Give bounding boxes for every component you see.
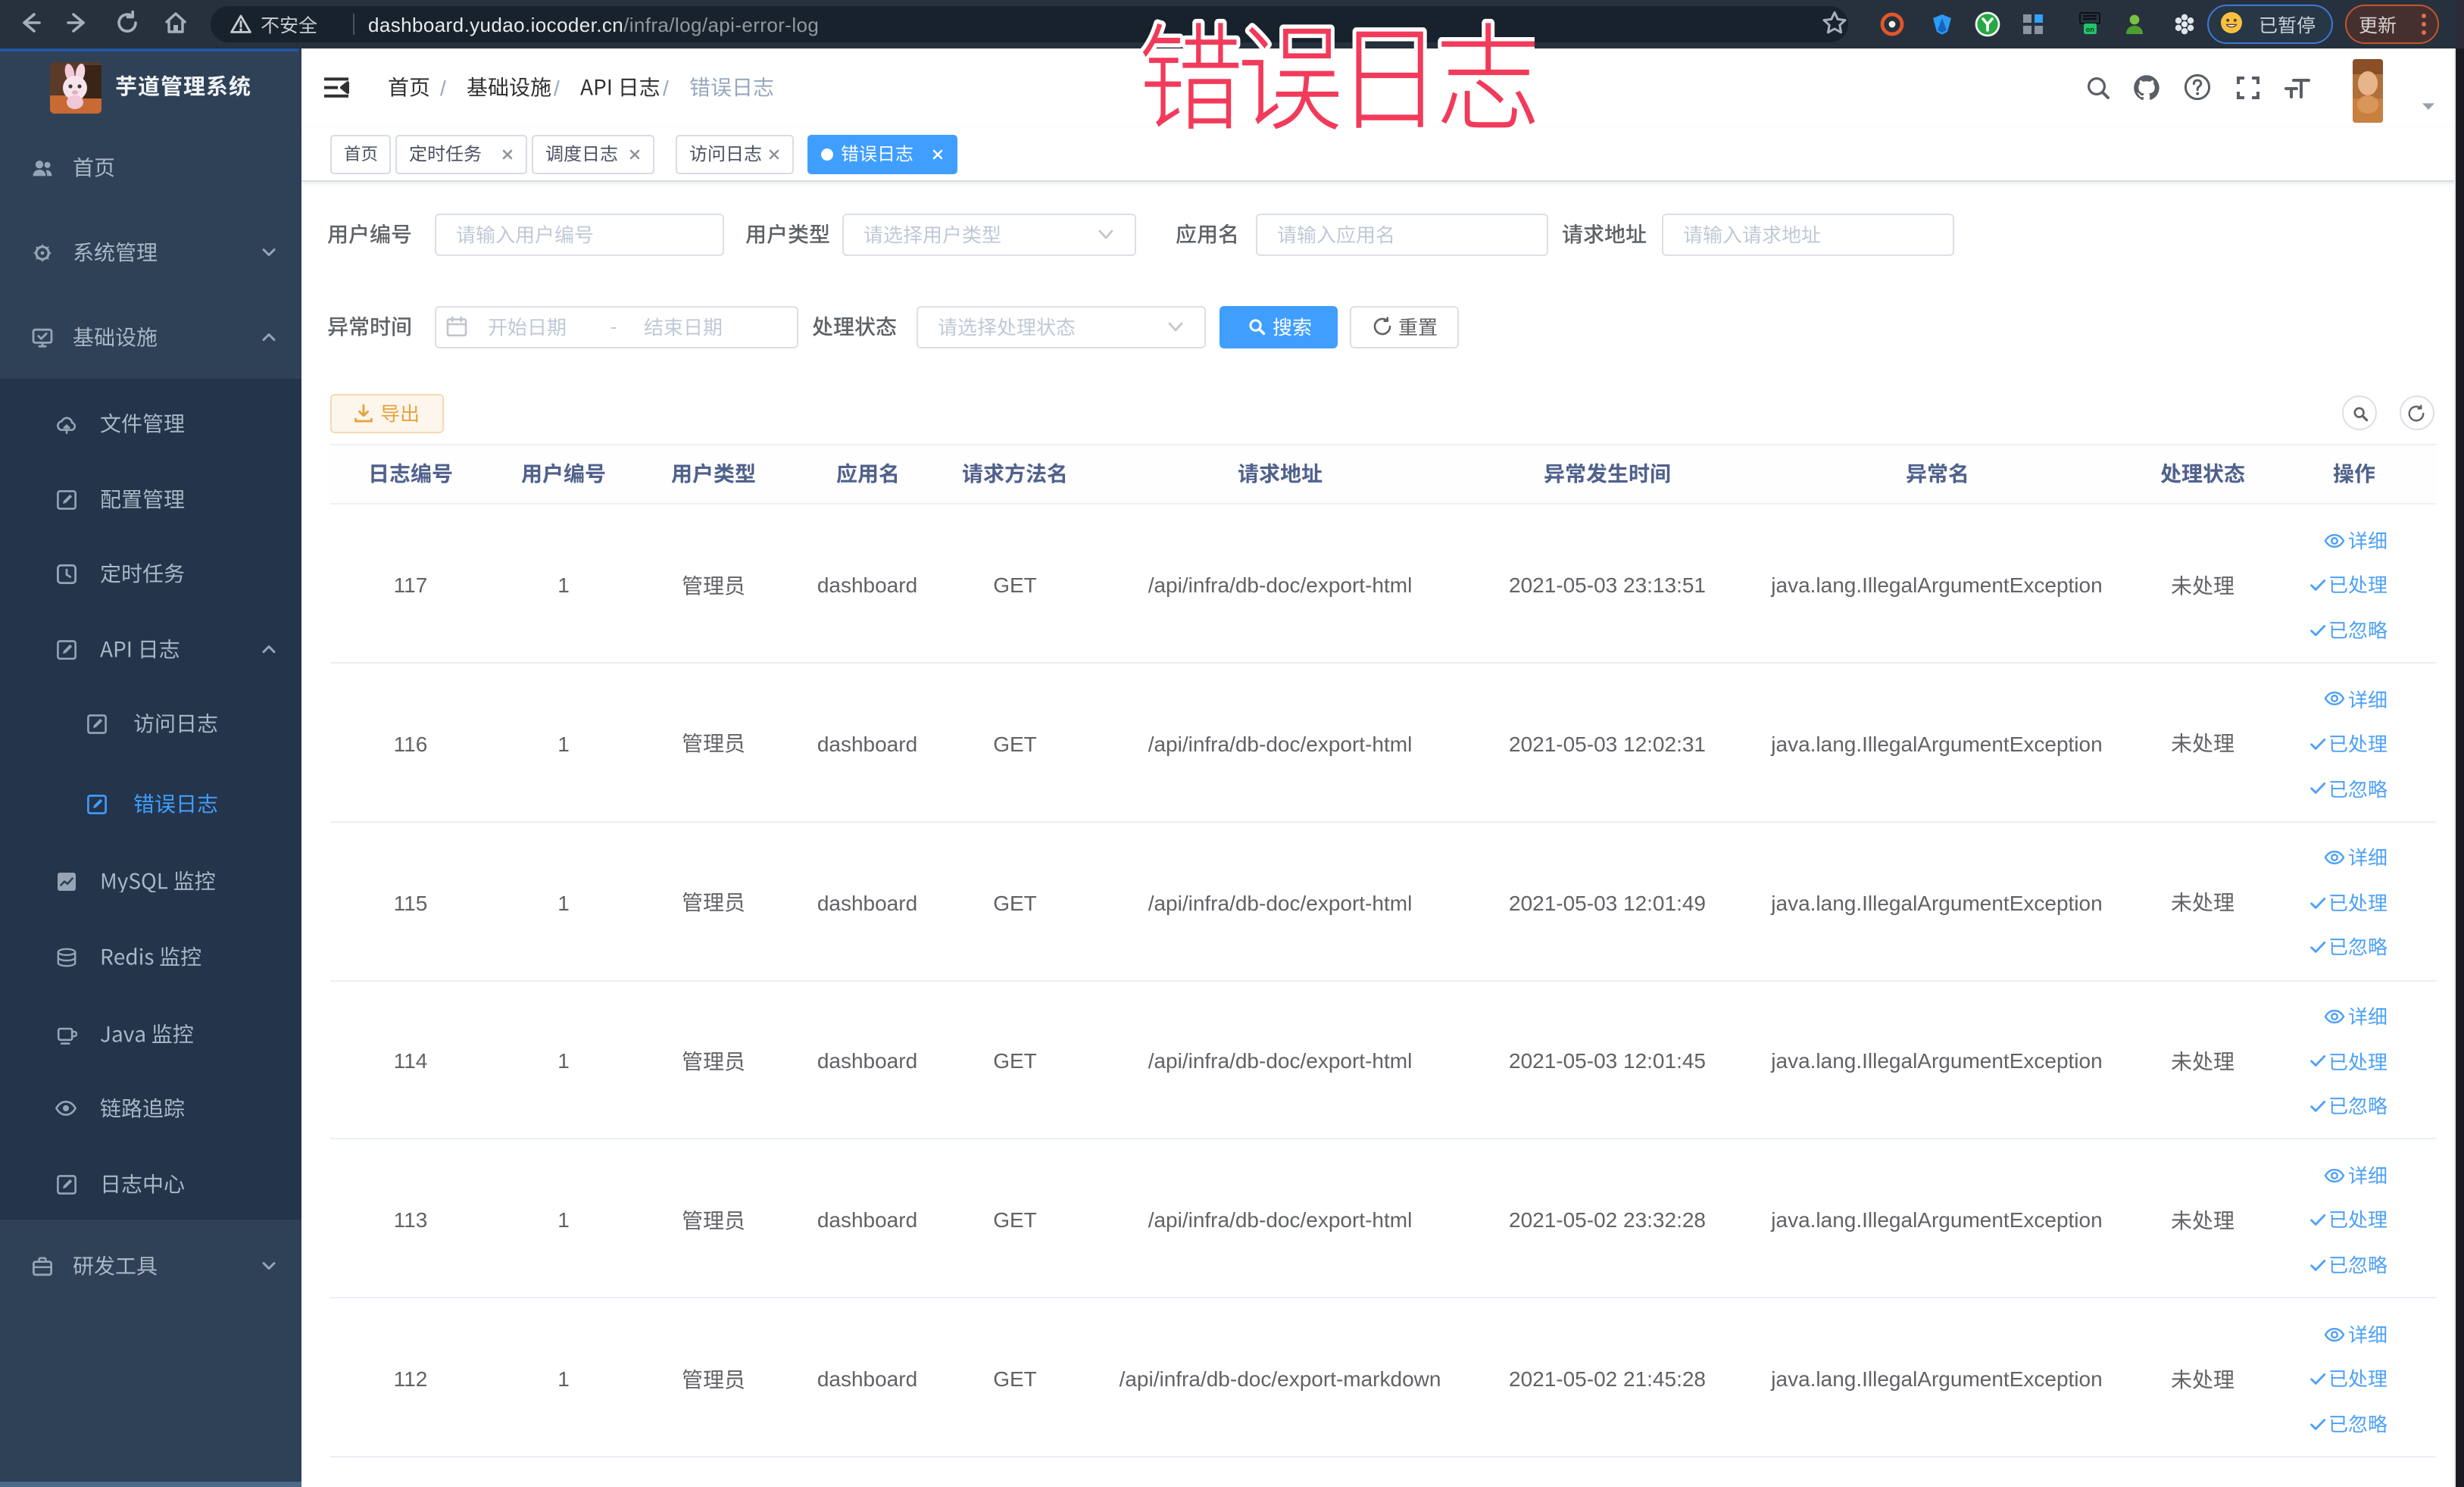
svg-text:on: on [2086, 26, 2095, 33]
